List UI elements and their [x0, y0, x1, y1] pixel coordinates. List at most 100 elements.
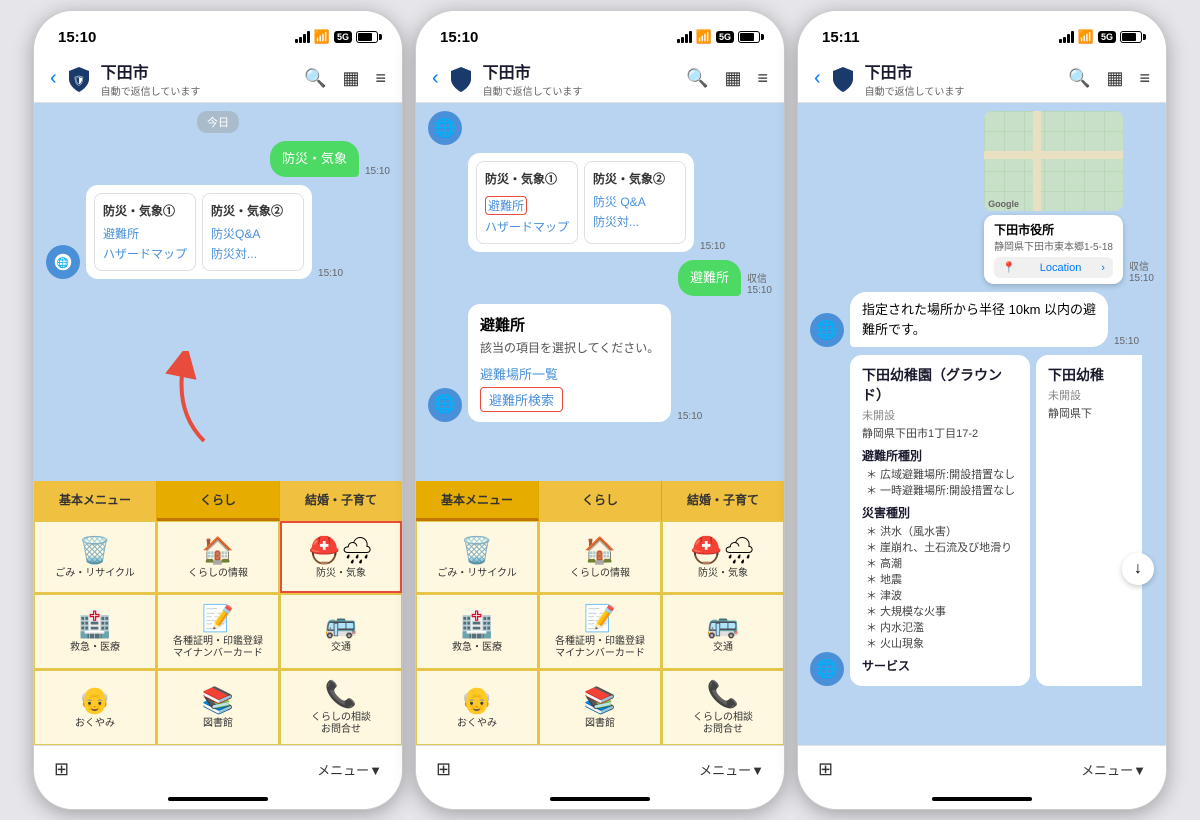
- card-link-qa[interactable]: 防災Q&A: [211, 225, 295, 242]
- bottom-tabs-1: 基本メニュー くらし 結婚・子育て: [34, 481, 402, 521]
- info-card-2-3[interactable]: 下田幼稚 未開設 静岡県下: [1036, 355, 1142, 686]
- nav-icons-2: 🔍 ▦ ≡: [686, 68, 768, 89]
- icon-okuyami-2[interactable]: 👴 おくやみ: [416, 670, 538, 745]
- card-grid-2: 防災・気象① 避難所 ハザードマップ 防災・気象② 防災 Q&A 防災対...: [468, 153, 694, 252]
- tab-basic-menu-1[interactable]: 基本メニュー: [34, 481, 157, 521]
- menu-icon-2[interactable]: ≡: [757, 68, 768, 89]
- icon-consult-2[interactable]: 📞 くらしの相談お問合せ: [662, 670, 784, 745]
- city-name-3: 下田市: [865, 59, 965, 83]
- info-status-2-3: 未開設: [1048, 387, 1142, 403]
- bot-cards-row-1: 🌐 防災・気象① 避難所 ハザードマップ 防災・気象② 防災Q&A 防災対...: [46, 185, 390, 279]
- grid-icon-1[interactable]: ▦: [342, 68, 359, 89]
- card-title-2a: 防災・気象①: [485, 170, 569, 187]
- icon-home-1[interactable]: 🏠 くらしの情報: [157, 521, 279, 593]
- icon-library-2[interactable]: 📚 図書館: [539, 670, 661, 745]
- icon-home-2[interactable]: 🏠 くらしの情報: [539, 521, 661, 593]
- nav-title-3: 下田市 自動で返信しています: [829, 59, 1068, 98]
- chat-area-3[interactable]: 収信15:10 Google 下田市役所 静岡県下田市東本郷1-5-18 📍 L…: [798, 103, 1166, 745]
- search-icon-2[interactable]: 🔍: [686, 68, 708, 89]
- menu-icon-3[interactable]: ≡: [1139, 68, 1150, 89]
- bottom-menu-label-1[interactable]: メニュー▼: [317, 760, 382, 779]
- icon-mynumber-1[interactable]: 📝 各種証明・印鑑登録マイナンバーカード: [157, 594, 279, 669]
- status-bar-1: 15:10 📶 5G: [34, 11, 402, 55]
- icon-hospital-2[interactable]: 🏥 救急・医療: [416, 594, 538, 669]
- icon-library-1[interactable]: 📚 図書館: [157, 670, 279, 745]
- search-icon-3[interactable]: 🔍: [1068, 68, 1090, 89]
- location-name-3: 下田市役所: [994, 221, 1113, 238]
- grid-icon-2[interactable]: ▦: [724, 68, 741, 89]
- card-link-hazard[interactable]: ハザードマップ: [103, 245, 187, 262]
- user-bubble-1: 防災・気象: [270, 141, 359, 177]
- hospital-label-1: 救急・医療: [70, 642, 120, 654]
- map-preview-3[interactable]: Google: [984, 111, 1123, 211]
- location-link-3[interactable]: 📍 Location ›: [994, 257, 1113, 278]
- tab-wedding-2[interactable]: 結婚・子育て: [662, 481, 784, 521]
- back-button-2[interactable]: ‹: [432, 67, 439, 90]
- tab-kurashi-1[interactable]: くらし: [157, 481, 280, 521]
- library-emoji-1: 📚: [202, 685, 234, 716]
- card-item-1[interactable]: 防災・気象① 避難所 ハザードマップ: [94, 193, 196, 271]
- tab-wedding-1[interactable]: 結婚・子育て: [280, 481, 402, 521]
- icon-mynumber-2[interactable]: 📝 各種証明・印鑑登録マイナンバーカード: [539, 594, 661, 669]
- tab-kurashi-2[interactable]: くらし: [539, 481, 662, 521]
- card-title-2b: 防災・気象②: [593, 170, 677, 187]
- location-bubble-3[interactable]: 下田市役所 静岡県下田市東本郷1-5-18 📍 Location ›: [984, 215, 1123, 284]
- back-button-3[interactable]: ‹: [814, 67, 821, 90]
- bottom-grid-icon-2[interactable]: ⊞: [436, 759, 451, 780]
- bottom-menu-label-2[interactable]: メニュー▼: [699, 760, 764, 779]
- disaster-item-7: ＊ 内水氾濫: [866, 619, 1018, 635]
- icon-bus-2[interactable]: 🚌 交通: [662, 594, 784, 669]
- map-msg-row-3: 収信15:10 Google 下田市役所 静岡県下田市東本郷1-5-18 📍 L…: [810, 111, 1154, 284]
- shelter-sub-2: 該当の項目を選択してください。: [480, 339, 659, 356]
- shelter-card-2[interactable]: 避難所 該当の項目を選択してください。 避難場所一覧 避難所検索: [468, 304, 671, 422]
- info-card-1-3[interactable]: 下田幼稚園（グラウンド） 未開設 静岡県下田市1丁目17-2 避難所種別 ＊ 広…: [850, 355, 1030, 686]
- card-link-2a-hazard[interactable]: ハザードマップ: [485, 218, 569, 235]
- library-label-1: 図書館: [203, 718, 233, 730]
- signal-bar-3: [303, 34, 306, 43]
- shelter-search-link-2[interactable]: 避難所検索: [481, 388, 562, 411]
- icon-okuyami-1[interactable]: 👴 おくやみ: [34, 670, 156, 745]
- disaster-item-3: ＊ 高潮: [866, 555, 1018, 571]
- nav-title-2: 下田市 自動で返信しています: [447, 59, 686, 98]
- icon-bus-1[interactable]: 🚌 交通: [280, 594, 402, 669]
- home-indicator-2: [416, 793, 784, 809]
- icon-trash-1[interactable]: 🗑️ ごみ・リサイクル: [34, 521, 156, 593]
- globe-icon-2: 🌐: [434, 118, 456, 139]
- card-item-2[interactable]: 防災・気象② 防災Q&A 防災対...: [202, 193, 304, 271]
- icon-bousai-2[interactable]: ⛑️🌧 防災・気象: [662, 521, 784, 593]
- grid-icon-3[interactable]: ▦: [1106, 68, 1123, 89]
- back-button-1[interactable]: ‹: [50, 67, 57, 90]
- card-link-2a-shelter[interactable]: 避難所: [485, 196, 527, 215]
- card-item-2b[interactable]: 防災・気象② 防災 Q&A 防災対...: [584, 161, 686, 244]
- bottom-grid-icon-3[interactable]: ⊞: [818, 759, 833, 780]
- icon-hospital-1[interactable]: 🏥 救急・医療: [34, 594, 156, 669]
- icon-trash-2[interactable]: 🗑️ ごみ・リサイクル: [416, 521, 538, 593]
- card-link-2b-qa[interactable]: 防災 Q&A: [593, 193, 677, 210]
- wifi-icon-3: 📶: [1078, 29, 1094, 45]
- card-link-shelter[interactable]: 避難所: [103, 225, 187, 242]
- info-cards-row-3: 🌐 下田幼稚園（グラウンド） 未開設 静岡県下田市1丁目17-2 避難所種別 ＊…: [810, 355, 1154, 686]
- icon-bousai-1[interactable]: ⛑️🌧 防災・気象: [280, 521, 402, 593]
- chat-area-2[interactable]: 🌐 防災・気象① 避難所 ハザードマップ 防災・気象② 防災 Q&A 防災対..…: [416, 103, 784, 481]
- tab-basic-menu-2[interactable]: 基本メニュー: [416, 481, 539, 521]
- shelter-list-link-2[interactable]: 避難場所一覧: [480, 364, 659, 383]
- search-icon-1[interactable]: 🔍: [304, 68, 326, 89]
- bottom-grid-icon-1[interactable]: ⊞: [54, 759, 69, 780]
- scroll-down-button-3[interactable]: ↓: [1122, 553, 1154, 585]
- s2-bar-3: [685, 34, 688, 43]
- battery-fill-1: [358, 33, 372, 41]
- card-link-2b-bousai[interactable]: 防災対...: [593, 213, 677, 230]
- menu-icon-1[interactable]: ≡: [375, 68, 386, 89]
- s2-bar-2: [681, 37, 684, 43]
- bus-emoji-1: 🚌: [325, 609, 357, 640]
- location-pin-icon-3: 📍: [1002, 261, 1016, 274]
- consult-label-1: くらしの相談お問合せ: [311, 712, 371, 736]
- card-item-2a[interactable]: 防災・気象① 避難所 ハザードマップ: [476, 161, 578, 244]
- chat-area-1[interactable]: 今日 15:10 防災・気象 🌐 防災・気象① 避難所: [34, 103, 402, 481]
- okuyami-emoji-1: 👴: [79, 685, 111, 716]
- shield-icon-1: 🛡: [65, 65, 93, 93]
- bottom-menu-label-3[interactable]: メニュー▼: [1081, 760, 1146, 779]
- road-h-3: [984, 151, 1123, 159]
- card-link-bousai[interactable]: 防災対...: [211, 245, 295, 262]
- icon-consult-1[interactable]: 📞 くらしの相談お問合せ: [280, 670, 402, 745]
